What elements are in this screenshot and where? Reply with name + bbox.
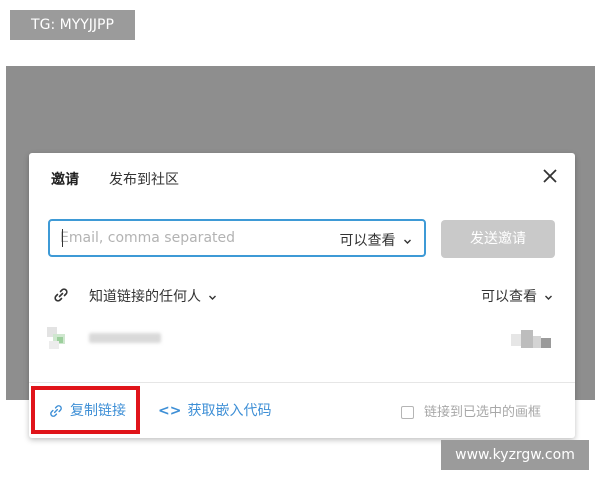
close-button[interactable] <box>539 165 561 187</box>
close-icon <box>543 169 557 183</box>
embed-code-label: 获取嵌入代码 <box>187 403 272 419</box>
link-to-selected-checkbox[interactable] <box>401 406 414 419</box>
link-to-selected-label: 链接到已选中的画框 <box>424 405 542 420</box>
email-input[interactable] <box>60 228 310 248</box>
invite-email-box: 可以查看 <box>48 219 426 257</box>
invite-permission-label: 可以查看 <box>339 233 396 249</box>
share-dialog: 邀请 发布到社区 可以查看 发送邀请 <box>29 153 575 438</box>
tab-invite[interactable]: 邀请 <box>51 169 79 189</box>
member-permission-blurred <box>511 330 551 348</box>
code-icon: <> <box>158 403 182 419</box>
link-permission-dropdown[interactable]: 可以查看 <box>481 286 553 306</box>
tab-publish-community[interactable]: 发布到社区 <box>109 169 179 189</box>
get-embed-code-button[interactable]: <> 获取嵌入代码 <box>158 400 271 420</box>
chevron-down-icon <box>545 295 553 300</box>
avatar <box>47 327 65 349</box>
footer-divider <box>29 382 575 383</box>
link-audience-dropdown[interactable]: 知道链接的任何人 <box>89 286 217 306</box>
watermark-bottom: www.kyzrgw.com <box>441 440 589 470</box>
text-caret <box>62 229 63 247</box>
link-icon <box>50 405 62 417</box>
watermark-top: TG: MYYJJPP <box>10 10 135 40</box>
chevron-down-icon <box>404 239 411 244</box>
chevron-down-icon <box>209 295 217 300</box>
copy-link-button[interactable]: 复制链接 <box>48 400 126 420</box>
screenshot-page: TG: MYYJJPP 邀请 发布到社区 可以查看 <box>0 0 600 480</box>
link-to-selected-frame-option[interactable]: 链接到已选中的画框 <box>401 401 541 420</box>
send-invite-button[interactable]: 发送邀请 <box>441 220 555 258</box>
copy-link-label: 复制链接 <box>70 403 126 419</box>
link-permission-label: 可以查看 <box>481 289 537 305</box>
link-icon <box>54 288 68 302</box>
member-name-blurred <box>89 333 161 343</box>
invite-permission-dropdown[interactable]: 可以查看 <box>340 230 412 250</box>
link-audience-label: 知道链接的任何人 <box>89 289 201 305</box>
modal-backdrop: 邀请 发布到社区 可以查看 发送邀请 <box>6 66 595 438</box>
